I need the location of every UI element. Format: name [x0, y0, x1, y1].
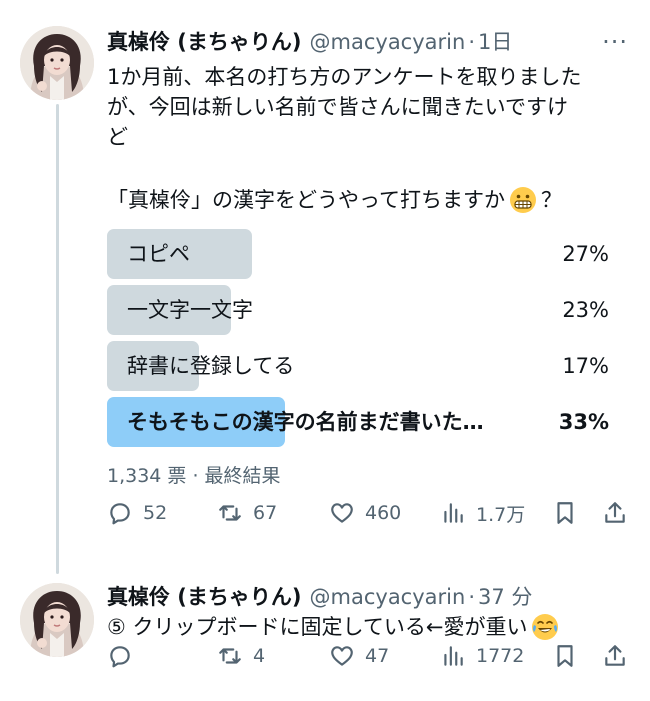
share-button[interactable]: [602, 643, 628, 669]
thread-connector-line: [56, 104, 59, 574]
poll-option-winner: そもそもこの漢字の名前まだ書いた… 33%: [107, 397, 615, 447]
timestamp[interactable]: 1日: [478, 26, 512, 56]
like-button[interactable]: 460: [329, 500, 401, 526]
poll-question: 「真槕伶」の漢字をどうやって打ちますか ？: [107, 185, 562, 215]
face-with-tears-of-joy-emoji-icon: [531, 613, 559, 641]
poll: コピペ 27% 一文字一文字 23% 辞書に登録してる 17% そもそもこの漢字…: [107, 229, 615, 453]
retweet-icon: [219, 648, 241, 664]
share-button[interactable]: [602, 500, 628, 526]
poll-question-suffix: ？: [540, 188, 562, 212]
share-icon: [605, 645, 625, 666]
bookmark-button[interactable]: [552, 500, 578, 526]
avatar[interactable]: [20, 26, 94, 100]
views-button[interactable]: 1772: [440, 643, 524, 669]
tweet-text-body: ⑤ クリップボードに固定している←愛が重い: [107, 615, 528, 639]
retweet-button[interactable]: 4: [217, 643, 265, 669]
author-handle[interactable]: @macyacyarin: [310, 30, 466, 54]
retweet-button[interactable]: 67: [217, 500, 277, 526]
author-name[interactable]: 真槕伶 (まちゃりん): [107, 581, 302, 611]
views-count: 1772: [476, 645, 525, 667]
heart-icon: [331, 646, 353, 666]
more-options-icon[interactable]: ···: [602, 28, 628, 56]
like-count: 460: [365, 502, 402, 524]
reply-button[interactable]: [107, 643, 143, 669]
bookmark-button[interactable]: [552, 643, 578, 669]
reply-count: 52: [143, 502, 168, 524]
tweet-text: ⑤ クリップボードに固定している←愛が重い: [107, 612, 563, 642]
retweet-icon: [219, 505, 241, 521]
retweet-count: 67: [253, 502, 278, 524]
separator-dot: ·: [468, 30, 475, 54]
poll-option-label: コピペ: [127, 242, 190, 266]
poll-option: 辞書に登録してる 17%: [107, 341, 615, 391]
views-count: 1.7万: [476, 503, 526, 526]
avatar-image: [20, 26, 94, 100]
separator-dot: ·: [468, 585, 475, 609]
like-count: 47: [365, 645, 390, 667]
analytics-icon: [444, 646, 463, 666]
tweet-header: 真槕伶 (まちゃりん) @macyacyarin · 37 分: [107, 581, 532, 611]
bookmark-icon: [557, 502, 573, 524]
timestamp[interactable]: 37 分: [478, 581, 532, 611]
share-icon: [605, 502, 625, 523]
retweet-count: 4: [253, 645, 266, 667]
tweet-text: 1か月前、本名の打ち方のアンケートを取りました が、今回は新しい名前で皆さんに聞…: [107, 62, 632, 152]
bookmark-icon: [557, 645, 573, 667]
poll-option: 一文字一文字 23%: [107, 285, 615, 335]
tweet-text-line: ど: [107, 125, 128, 149]
tweet-text-line: が、今回は新しい名前で皆さんに聞きたいですけ: [107, 95, 568, 119]
tweet-header: 真槕伶 (まちゃりん) @macyacyarin · 1日: [107, 26, 512, 56]
tweet-text-line: 1か月前、本名の打ち方のアンケートを取りました: [107, 65, 582, 89]
avatar-image: [20, 583, 94, 657]
grimacing-face-emoji-icon: [509, 186, 537, 214]
poll-results-meta: 1,334 票 · 最終結果: [107, 465, 281, 487]
views-button[interactable]: 1.7万: [440, 500, 525, 527]
reply-icon: [110, 503, 130, 525]
poll-option-label: 一文字一文字: [127, 298, 253, 322]
poll-option-label: そもそもこの漢字の名前まだ書いた…: [127, 410, 484, 434]
author-handle[interactable]: @macyacyarin: [310, 585, 466, 609]
poll-option-percent: 17%: [562, 354, 609, 378]
poll-option-percent: 33%: [558, 410, 609, 434]
poll-option: コピペ 27%: [107, 229, 615, 279]
poll-option-label: 辞書に登録してる: [127, 354, 295, 378]
reply-icon: [110, 646, 130, 668]
poll-option-percent: 23%: [562, 298, 609, 322]
avatar[interactable]: [20, 583, 94, 657]
poll-option-percent: 27%: [562, 242, 609, 266]
like-button[interactable]: 47: [329, 643, 389, 669]
poll-question-text: 「真槕伶」の漢字をどうやって打ちますか: [107, 188, 505, 212]
author-name[interactable]: 真槕伶 (まちゃりん): [107, 26, 302, 56]
analytics-icon: [444, 503, 463, 523]
reply-button[interactable]: 52: [107, 500, 167, 526]
heart-icon: [331, 503, 353, 523]
